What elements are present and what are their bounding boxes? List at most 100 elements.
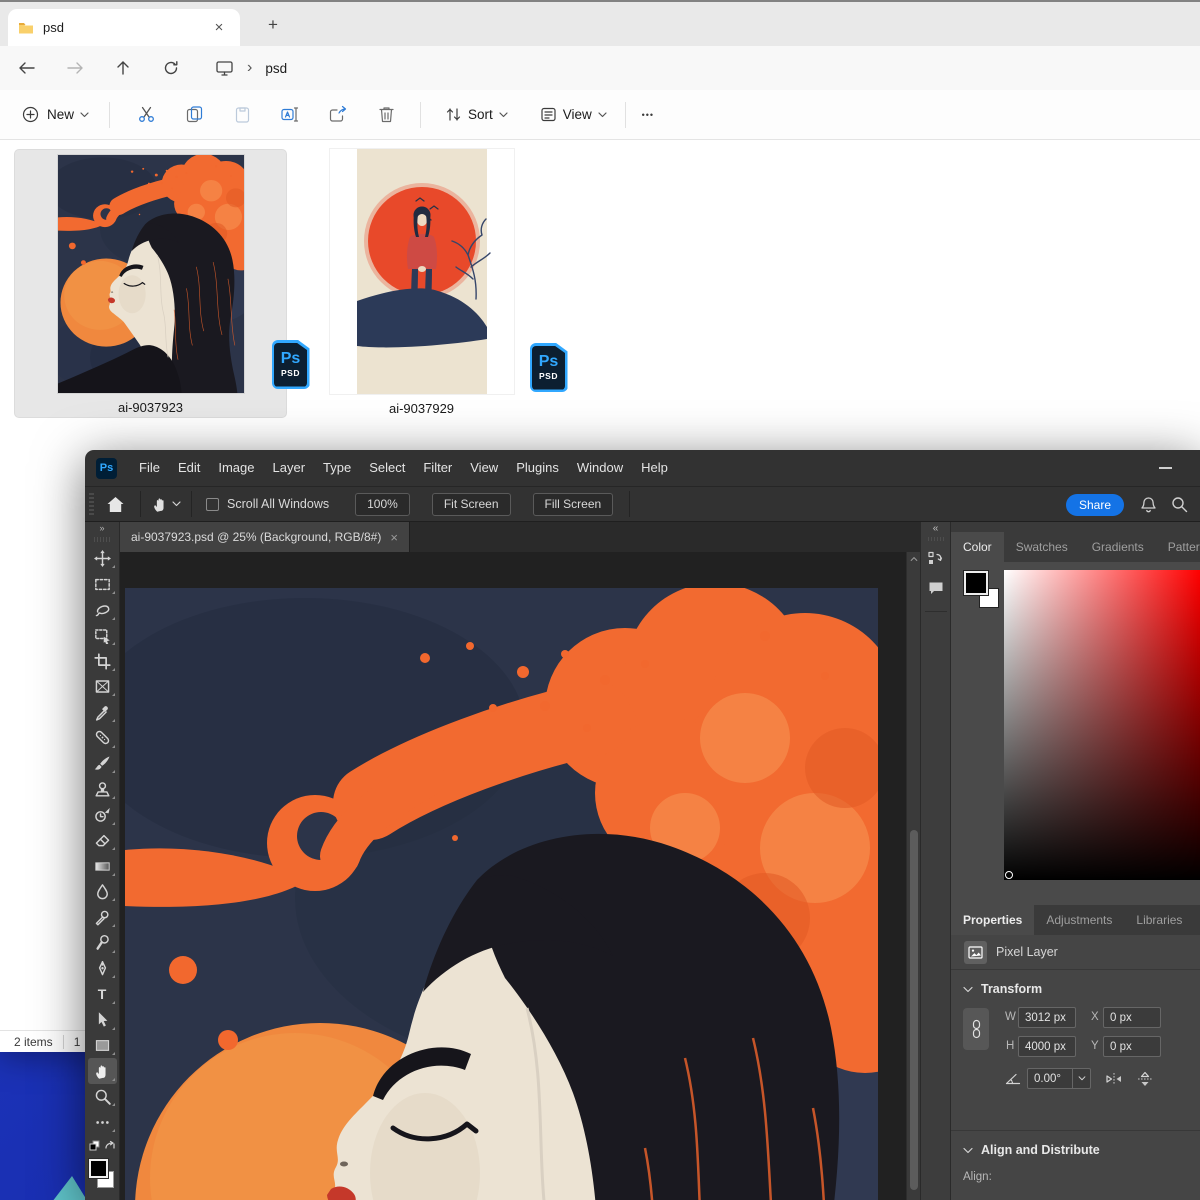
clone-stamp-tool[interactable] [88, 776, 117, 802]
version-history-icon[interactable] [924, 547, 948, 571]
minimize-button[interactable] [1159, 467, 1172, 469]
open-document-artwork[interactable] [125, 588, 878, 1200]
menu-window[interactable]: Window [568, 450, 632, 486]
new-button[interactable]: New [14, 100, 97, 129]
rectangular-marquee-tool[interactable] [88, 571, 117, 597]
tab-patterns[interactable]: Patterns [1156, 532, 1200, 562]
eraser-tool[interactable] [88, 828, 117, 854]
file-item[interactable]: Ps PSD ai-9037929 [300, 149, 543, 418]
paste-button[interactable] [230, 103, 254, 127]
share-button[interactable]: Share [1066, 494, 1124, 516]
saturation-brightness-field[interactable] [1004, 570, 1200, 880]
tab-libraries[interactable]: Libraries [1124, 905, 1194, 935]
eyedropper-tool[interactable] [88, 699, 117, 725]
cut-button[interactable] [134, 103, 158, 127]
width-field[interactable]: 3012 px [1018, 1007, 1076, 1028]
y-field[interactable]: 0 px [1103, 1036, 1161, 1057]
delete-button[interactable] [374, 103, 398, 127]
explorer-tab[interactable]: psd × [8, 9, 240, 46]
tab-close-icon[interactable]: × [208, 17, 230, 39]
menu-image[interactable]: Image [209, 450, 263, 486]
refresh-button[interactable] [153, 52, 189, 84]
zoom-tool[interactable] [88, 1084, 117, 1110]
collapse-panels-icon[interactable]: « [933, 522, 939, 536]
file-item-selected[interactable]: Ps PSD ai-9037923 [14, 149, 287, 418]
brush-tool[interactable] [88, 751, 117, 777]
rectangle-tool[interactable] [88, 1033, 117, 1059]
foreground-color-swatch[interactable] [89, 1159, 108, 1178]
hand-tool[interactable] [88, 1058, 117, 1084]
rename-button[interactable] [278, 103, 302, 127]
scroll-all-windows-checkbox[interactable] [206, 498, 219, 511]
sort-button[interactable]: Sort [439, 100, 514, 129]
menu-help[interactable]: Help [632, 450, 677, 486]
menu-file[interactable]: File [130, 450, 169, 486]
more-tools-button[interactable] [88, 1109, 117, 1135]
lasso-tool[interactable] [88, 597, 117, 623]
up-button[interactable] [105, 52, 141, 84]
x-field[interactable]: 0 px [1103, 1007, 1161, 1028]
hand-tool-preset[interactable] [151, 491, 181, 517]
document-close-icon[interactable]: × [390, 530, 398, 545]
foreground-background-swatches[interactable] [87, 1159, 117, 1200]
path-selection-tool[interactable] [88, 1007, 117, 1033]
menu-view[interactable]: View [461, 450, 507, 486]
chevron-down-icon[interactable] [963, 1147, 973, 1154]
fit-screen-button[interactable]: Fit Screen [432, 493, 511, 516]
angle-dropdown[interactable] [1072, 1069, 1090, 1088]
more-options-button[interactable]: ••• [636, 103, 660, 127]
crop-tool[interactable] [88, 648, 117, 674]
toolbox-expand-icon[interactable]: » [85, 522, 119, 535]
menu-select[interactable]: Select [360, 450, 414, 486]
history-brush-tool[interactable] [88, 802, 117, 828]
spot-healing-brush-tool[interactable] [88, 725, 117, 751]
menu-edit[interactable]: Edit [169, 450, 209, 486]
comments-icon[interactable] [924, 576, 948, 600]
copy-button[interactable] [182, 103, 206, 127]
color-utility-row[interactable] [88, 1135, 117, 1157]
share-button[interactable] [326, 103, 350, 127]
type-tool[interactable]: T [88, 981, 117, 1007]
blur-tool[interactable] [88, 879, 117, 905]
move-tool[interactable] [88, 546, 117, 572]
flip-vertical-button[interactable] [1134, 1068, 1156, 1090]
pen-tool[interactable] [88, 956, 117, 982]
menu-plugins[interactable]: Plugins [507, 450, 568, 486]
color-picker-marker[interactable] [1005, 871, 1013, 879]
chevron-down-icon[interactable] [963, 986, 973, 993]
zoom-100-button[interactable]: 100% [355, 493, 410, 516]
menu-layer[interactable]: Layer [264, 450, 315, 486]
dodge-tool[interactable] [88, 930, 117, 956]
swap-colors-icon[interactable] [104, 1140, 116, 1151]
canvas-area[interactable] [120, 552, 920, 1200]
frame-tool[interactable] [88, 674, 117, 700]
menu-filter[interactable]: Filter [414, 450, 461, 486]
smudge-tool[interactable] [88, 904, 117, 930]
view-button[interactable]: View [534, 100, 613, 129]
document-tab[interactable]: ai-9037923.psd @ 25% (Background, RGB/8#… [120, 522, 410, 552]
search-icon[interactable] [1171, 496, 1188, 518]
breadcrumb-path[interactable]: psd [265, 61, 287, 76]
menu-type[interactable]: Type [314, 450, 360, 486]
notifications-bell-icon[interactable] [1140, 496, 1157, 519]
tab-properties[interactable]: Properties [951, 905, 1034, 935]
flip-horizontal-button[interactable] [1103, 1068, 1125, 1090]
scroll-up-icon[interactable] [910, 556, 918, 562]
back-button[interactable] [9, 52, 45, 84]
fill-screen-button[interactable]: Fill Screen [533, 493, 614, 516]
gradient-tool[interactable] [88, 853, 117, 879]
link-dimensions-button[interactable] [963, 1008, 989, 1050]
home-button[interactable] [100, 491, 130, 517]
height-field[interactable]: 4000 px [1018, 1036, 1076, 1057]
tab-color[interactable]: Color [951, 532, 1004, 562]
new-tab-button[interactable]: + [260, 12, 286, 38]
panel-color-swatches[interactable] [964, 571, 1006, 613]
object-selection-tool[interactable] [88, 623, 117, 649]
tab-swatches[interactable]: Swatches [1004, 532, 1080, 562]
angle-field[interactable]: 0.00° [1027, 1068, 1091, 1089]
vertical-scrollbar[interactable] [906, 552, 920, 1200]
breadcrumb[interactable]: › psd [215, 59, 287, 77]
scrollbar-thumb[interactable] [910, 830, 918, 1190]
foreground-color-swatch[interactable] [964, 571, 988, 595]
tab-adjustments[interactable]: Adjustments [1034, 905, 1124, 935]
